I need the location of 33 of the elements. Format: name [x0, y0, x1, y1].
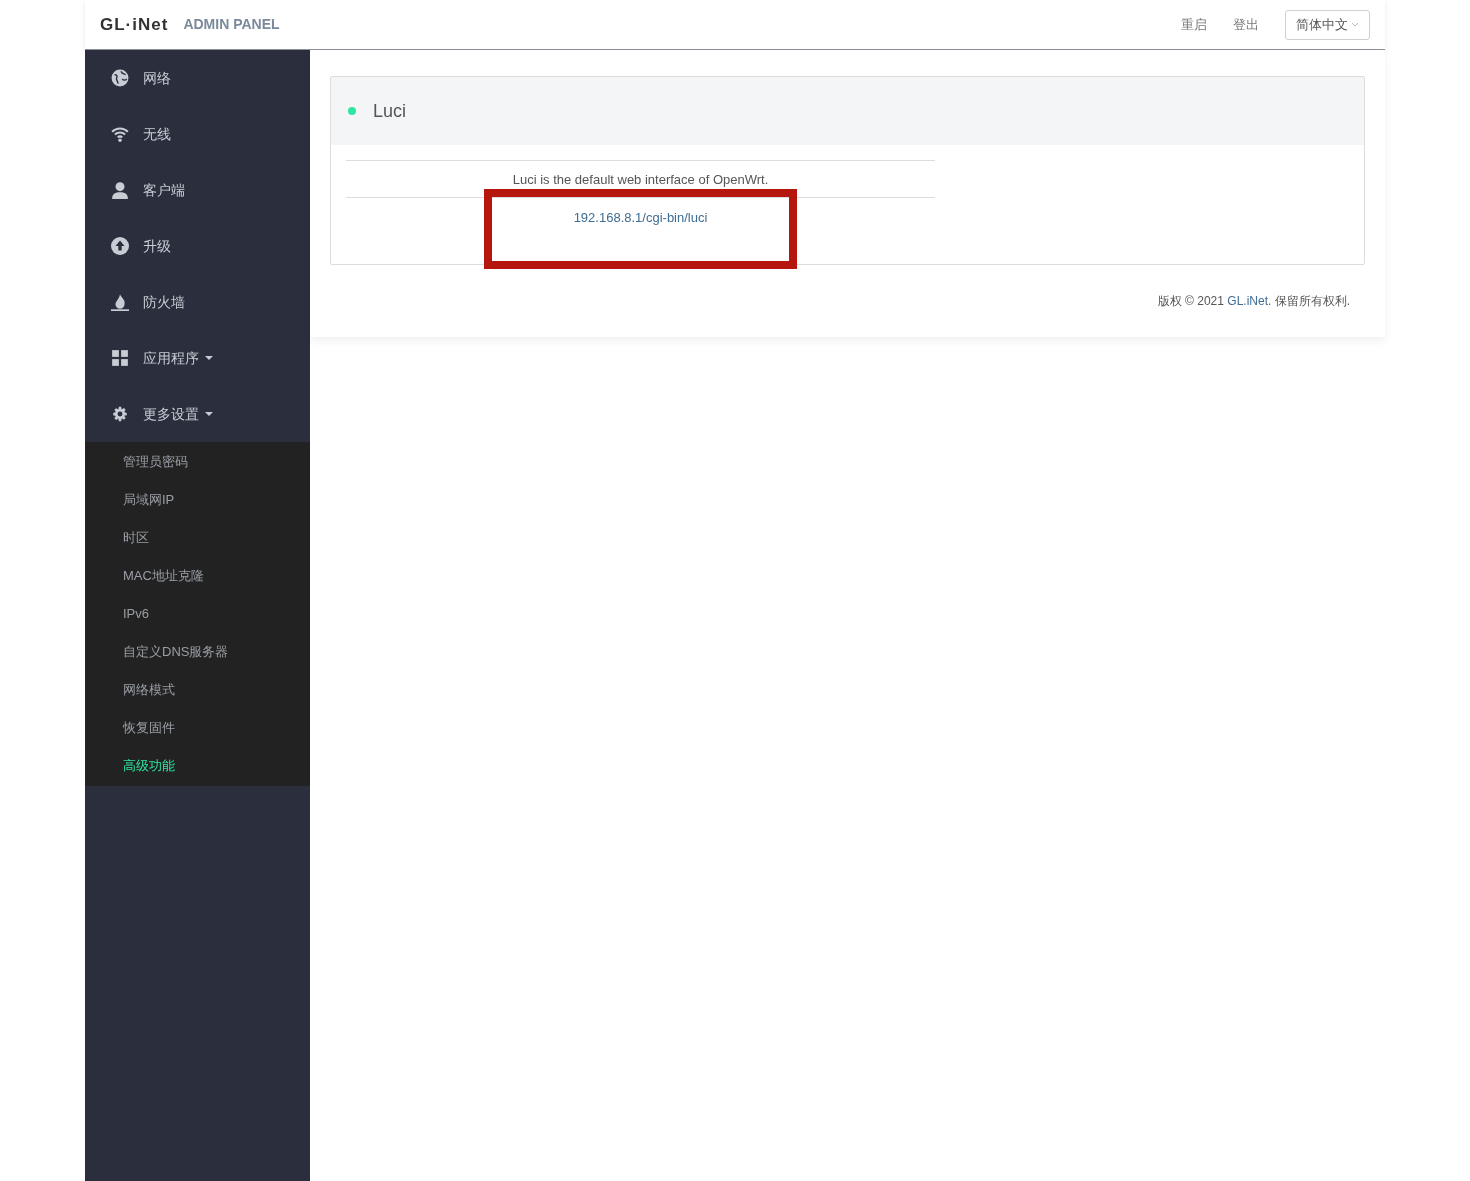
grid-icon: [111, 349, 129, 367]
sidebar-item[interactable]: 升级: [85, 218, 310, 274]
luci-link[interactable]: 192.168.8.1/cgi-bin/luci: [573, 208, 708, 228]
submenu-item[interactable]: 网络模式: [85, 671, 310, 709]
header-link[interactable]: 重启: [1181, 14, 1207, 35]
admin-panel-title: ADMIN PANEL: [183, 15, 280, 34]
company-link[interactable]: GL.iNet.: [1227, 293, 1272, 308]
submenu-item[interactable]: 恢复固件: [85, 709, 310, 747]
wifi-icon: [111, 125, 129, 143]
submenu-item[interactable]: 管理员密码: [85, 443, 310, 481]
submenu-item[interactable]: 高级功能: [85, 747, 310, 785]
user-icon: [111, 181, 129, 199]
sidebar-item[interactable]: 无线: [85, 106, 310, 162]
upload-icon: [111, 237, 129, 255]
copyright-text: 版权 © 2021 GL.iNet. 保留所有权利.: [1157, 292, 1350, 310]
sidebar-item[interactable]: 更多设置: [85, 386, 310, 442]
language-select[interactable]: 简体中文: [1285, 9, 1370, 40]
submenu-item[interactable]: IPv6: [85, 595, 310, 633]
settings-icon: [111, 405, 129, 423]
sidebar-item[interactable]: 网络: [85, 50, 310, 106]
sidebar-item[interactable]: 应用程序: [85, 330, 310, 386]
submenu-item[interactable]: MAC地址克隆: [85, 557, 310, 595]
globe-icon: [111, 69, 129, 87]
card-title: Luci: [373, 99, 407, 123]
submenu-item[interactable]: 局域网IP: [85, 481, 310, 519]
header-link[interactable]: 登出: [1233, 14, 1259, 35]
logo: GL·iNet: [100, 13, 169, 36]
description-text: Luci is the default web interface of OpenWrt.: [346, 161, 935, 198]
sidebar-item[interactable]: 客户端: [85, 162, 310, 218]
submenu-item[interactable]: 自定义DNS服务器: [85, 633, 310, 671]
sidebar-item[interactable]: 防火墙: [85, 274, 310, 330]
submenu-item[interactable]: 时区: [85, 519, 310, 557]
chevron-down-icon: [1351, 22, 1359, 27]
